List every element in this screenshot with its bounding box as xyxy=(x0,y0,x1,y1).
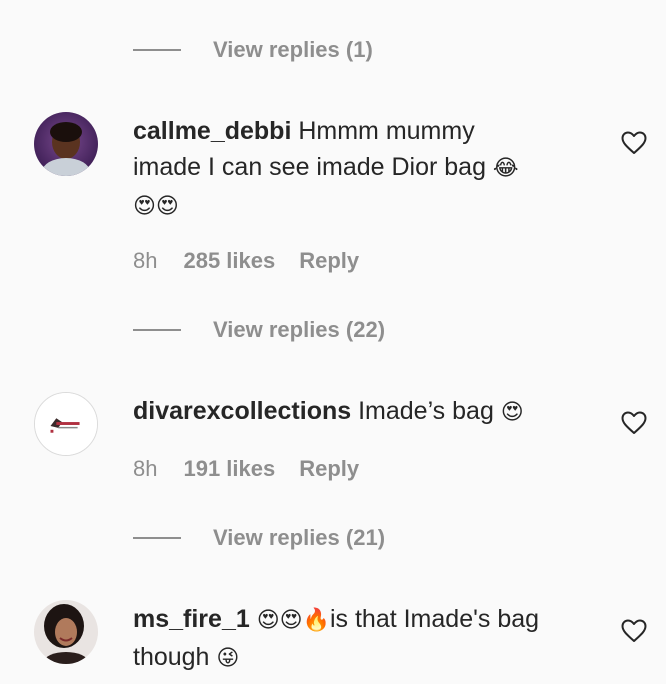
view-replies-label: View replies (22) xyxy=(213,317,386,342)
divider-line xyxy=(133,49,181,51)
timestamp: 8h xyxy=(133,248,158,273)
avatar[interactable] xyxy=(34,112,98,176)
heart-outline-icon[interactable] xyxy=(621,619,647,643)
comment-text: callme_debbi Hmmm mummy imade I can see … xyxy=(133,113,603,225)
comment-text-line1: is that Imade's bag xyxy=(329,605,540,633)
likes-count[interactable]: 191 likes xyxy=(183,456,275,482)
avatar[interactable] xyxy=(34,392,98,456)
comment-meta: 8h 285 likes Reply xyxy=(133,248,359,274)
view-replies-button-22[interactable]: View replies (22) xyxy=(133,315,385,345)
view-replies-button-1[interactable]: View replies (1) xyxy=(133,35,373,65)
username-link[interactable]: callme_debbi xyxy=(133,117,291,145)
wink-tongue-emoji: 😜 xyxy=(216,646,240,671)
heart-outline-icon[interactable] xyxy=(621,411,647,435)
heart-eyes-fire-emoji: 😍😍🔥 xyxy=(256,608,330,633)
heart-eyes-emoji: 😍 xyxy=(500,400,524,425)
likes-count[interactable]: 285 likes xyxy=(183,248,275,274)
comment-text-body: Imade’s bag xyxy=(351,397,501,425)
profile-photo-avatar-icon xyxy=(34,600,98,664)
view-replies-label: View replies (21) xyxy=(213,525,386,550)
divider-line xyxy=(133,537,181,539)
username-link[interactable]: divarexcollections xyxy=(133,397,351,425)
laugh-emoji: 😂 xyxy=(492,156,519,181)
avatar[interactable] xyxy=(34,600,98,664)
reply-button[interactable]: Reply xyxy=(299,248,359,274)
comment-text-line1: Hmmm mummy xyxy=(291,117,475,145)
comment-meta: 8h 191 likes Reply xyxy=(133,456,359,482)
heart-outline-icon[interactable] xyxy=(621,131,647,155)
timestamp: 8h xyxy=(133,456,158,481)
view-replies-label: View replies (1) xyxy=(213,37,373,62)
comment-text-line2: imade I can see imade Dior bag xyxy=(133,153,493,181)
view-replies-button-21[interactable]: View replies (21) xyxy=(133,523,385,553)
comment-text-line2: though xyxy=(133,643,217,671)
divider-line xyxy=(133,329,181,331)
heart-eyes-emoji: 😍😍 xyxy=(133,194,179,219)
brand-logo-avatar-icon xyxy=(35,393,97,455)
profile-photo-avatar-icon xyxy=(34,112,98,176)
comment-text: ms_fire_1 😍😍🔥is that Imade's bag though … xyxy=(133,601,603,677)
reply-button[interactable]: Reply xyxy=(299,456,359,482)
comment-text: divarexcollections Imade’s bag 😍 xyxy=(133,393,603,431)
username-link[interactable]: ms_fire_1 xyxy=(133,605,250,633)
